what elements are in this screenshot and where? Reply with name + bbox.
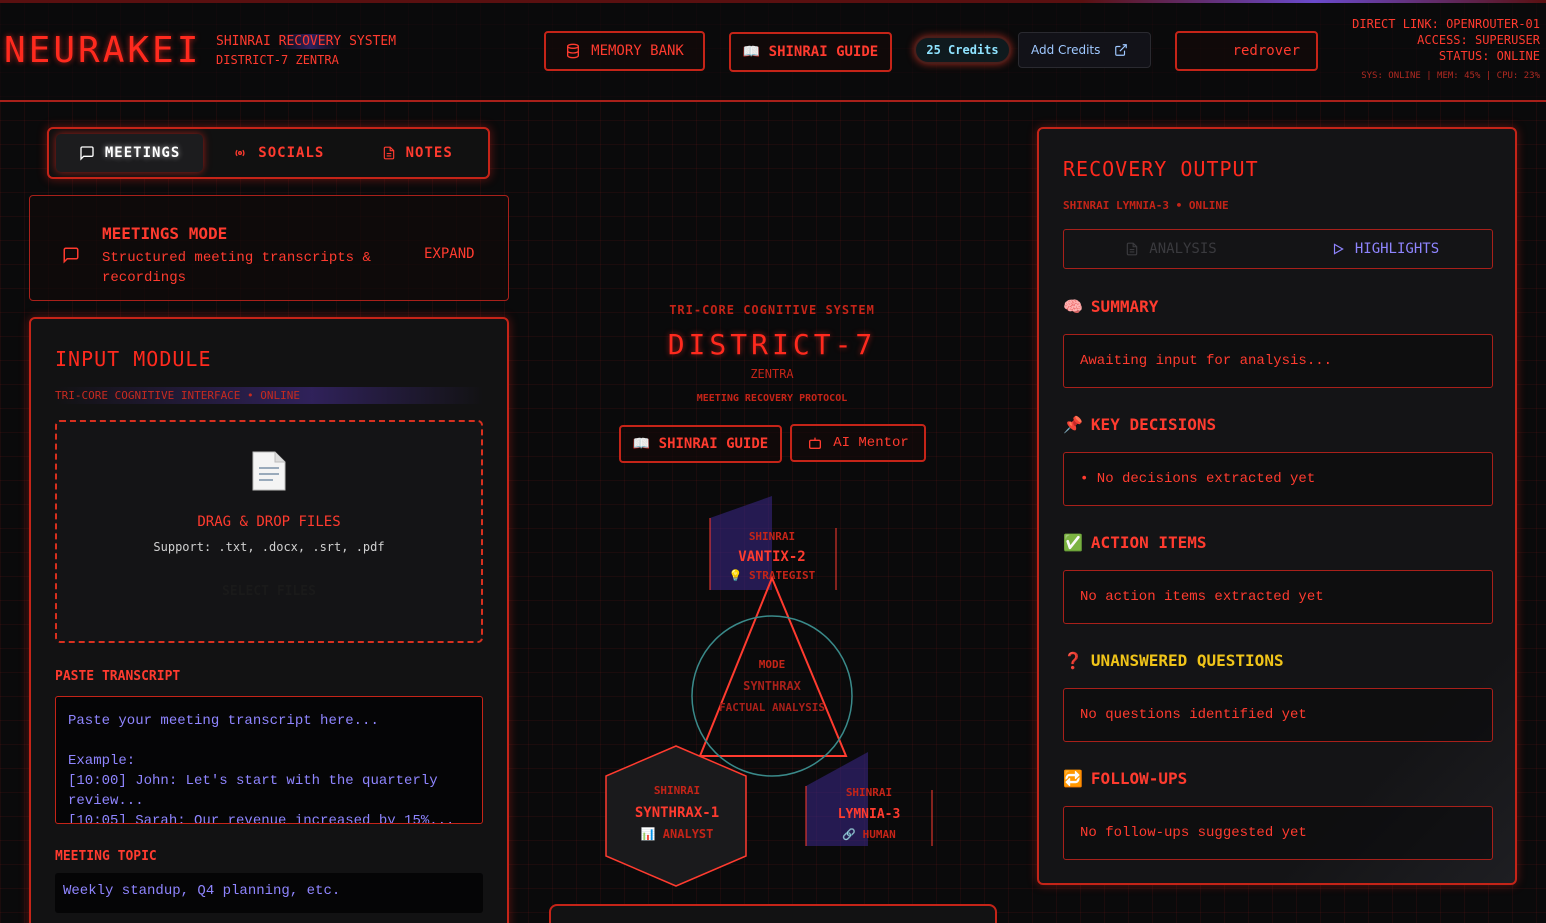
core-mode-name: SYNTHRAX xyxy=(743,679,801,693)
select-files-button[interactable]: SELECT FILES xyxy=(57,584,481,599)
memory-bank-button[interactable]: MEMORY BANK xyxy=(544,31,705,71)
follow-ups-box: No follow-ups suggested yet xyxy=(1063,806,1493,860)
tab-analysis-label: ANALYSIS xyxy=(1149,241,1217,257)
system-title: SHINRAI RECOVERY SYSTEM xyxy=(216,34,397,49)
tab-socials[interactable]: SOCIALS xyxy=(207,134,349,172)
shinrai-guide-button[interactable]: 📖 SHINRAI GUIDE xyxy=(729,32,892,72)
tab-highlights[interactable]: HIGHLIGHTS xyxy=(1278,230,1492,268)
message-square-icon xyxy=(63,247,79,264)
bot-icon xyxy=(809,437,822,449)
node-synthrax-name: SYNTHRAX-1 xyxy=(634,805,720,821)
sys-metrics: SYS: ONLINE | MEM: 45% | CPU: 23% xyxy=(1361,71,1540,81)
radio-icon xyxy=(235,149,245,157)
system-subtitle: DISTRICT-7 ZENTRA xyxy=(216,53,339,67)
node-lymnia[interactable]: SHINRAI LYMNIA-3 🔗 HUMAN xyxy=(806,786,932,841)
node-lymnia-name: LYMNIA-3 xyxy=(837,807,901,822)
database-icon xyxy=(567,43,580,59)
transcript-textarea[interactable]: Paste your meeting transcript here... Ex… xyxy=(55,696,483,824)
node-lymnia-brand: SHINRAI xyxy=(845,786,893,799)
repeat-icon: 🔁 xyxy=(1063,769,1083,788)
dropzone-support: Support: .txt, .docx, .srt, .pdf xyxy=(153,540,385,554)
node-vantix-role: 💡 STRATEGIST xyxy=(728,569,816,582)
unanswered-questions-box: No questions identified yet xyxy=(1063,688,1493,742)
meeting-topic-label: MEETING TOPIC xyxy=(55,849,157,864)
mode-title: MEETINGS MODE xyxy=(102,224,228,243)
message-square-icon xyxy=(80,146,94,161)
input-module-title: INPUT MODULE xyxy=(55,347,212,371)
key-decisions-heading: 📌 KEY DECISIONS xyxy=(1063,415,1217,434)
center-title: DISTRICT-7 xyxy=(667,328,877,361)
action-items-heading: ✅ ACTION ITEMS xyxy=(1063,533,1207,552)
expand-button[interactable]: EXPAND xyxy=(424,246,475,262)
center-guide-button[interactable]: 📖 SHINRAI GUIDE xyxy=(619,425,782,463)
node-synthrax[interactable]: SHINRAI SYNTHRAX-1 📊 ANALYST xyxy=(606,784,748,841)
user-button[interactable]: redrover xyxy=(1175,31,1318,71)
header-accent-line xyxy=(0,0,1546,3)
add-credits-button[interactable]: Add Credits xyxy=(1018,32,1151,68)
follow-ups-heading: 🔁 FOLLOW-UPS xyxy=(1063,769,1188,788)
meeting-topic-input[interactable]: Weekly standup, Q4 planning, etc. xyxy=(55,873,483,913)
center-subtitle: TRI-CORE COGNITIVE SYSTEM xyxy=(669,303,875,317)
mode-tabs: MEETINGS SOCIALS NOTES xyxy=(47,127,490,179)
play-icon xyxy=(1333,243,1344,255)
status-direct-link: DIRECT LINK: OPENROUTER-01 xyxy=(1352,17,1540,31)
add-credits-label: Add Credits xyxy=(1031,43,1101,57)
core-mode-label: MODE xyxy=(758,658,786,671)
node-lymnia-role: 🔗 HUMAN xyxy=(842,828,896,841)
user-label: redrover xyxy=(1232,43,1300,59)
status-access: ACCESS: SUPERUSER xyxy=(1417,33,1540,47)
dropzone-title: DRAG & DROP FILES xyxy=(197,514,341,530)
app-header: NEURAKEI SHINRAI RECOVERY SYSTEM DISTRIC… xyxy=(0,0,1546,102)
brain-icon: 🧠 xyxy=(1063,297,1083,316)
center-bottom-panel xyxy=(549,904,997,923)
action-items-box: No action items extracted yet xyxy=(1063,570,1493,624)
core-mode-desc: FACTUAL ANALYSIS xyxy=(719,701,825,714)
summary-heading: 🧠 SUMMARY xyxy=(1063,297,1159,316)
recovery-output-panel: RECOVERY OUTPUT SHINRAI LYMNIA-3 • ONLIN… xyxy=(1037,127,1517,885)
ai-mentor-button[interactable]: AI Mentor xyxy=(790,424,926,462)
summary-box: Awaiting input for analysis... xyxy=(1063,334,1493,388)
document-icon xyxy=(252,451,286,491)
status-block: DIRECT LINK: OPENROUTER-01 ACCESS: SUPER… xyxy=(1352,16,1540,84)
guide-label: 📖 SHINRAI GUIDE xyxy=(742,44,879,60)
input-module-subtitle: TRI-CORE COGNITIVE INTERFACE • ONLINE xyxy=(55,387,483,404)
core-mode: MODE SYNTHRAX FACTUAL ANALYSIS xyxy=(700,658,844,714)
tab-highlights-label: HIGHLIGHTS xyxy=(1354,241,1440,257)
tab-meetings-label: MEETINGS xyxy=(104,145,181,161)
external-link-icon xyxy=(1115,44,1128,56)
center-protocol: MEETING RECOVERY PROTOCOL xyxy=(696,393,848,404)
check-icon: ✅ xyxy=(1063,533,1083,552)
file-dropzone[interactable]: DRAG & DROP FILES Support: .txt, .docx, … xyxy=(55,420,483,643)
tab-meetings[interactable]: MEETINGS xyxy=(56,134,204,172)
file-text-icon xyxy=(383,146,394,160)
node-vantix[interactable]: SHINRAI VANTIX-2 💡 STRATEGIST xyxy=(700,530,844,582)
credits-badge: 25 Credits xyxy=(914,36,1011,64)
paste-transcript-label: PASTE TRANSCRIPT xyxy=(55,669,181,684)
output-subtitle: SHINRAI LYMNIA-3 • ONLINE xyxy=(1063,199,1229,212)
mode-description: Structured meeting transcripts & recordi… xyxy=(102,250,371,286)
mode-card: MEETINGS MODE Structured meeting transcr… xyxy=(29,195,509,301)
center-zentra: ZENTRA xyxy=(750,367,794,381)
question-icon: ❓ xyxy=(1063,651,1083,670)
pushpin-icon: 📌 xyxy=(1063,415,1083,434)
key-decisions-box: • No decisions extracted yet xyxy=(1063,452,1493,506)
status-online: STATUS: ONLINE xyxy=(1438,49,1540,63)
node-vantix-name: VANTIX-2 xyxy=(738,549,806,565)
app-logo: NEURAKEI xyxy=(4,30,202,71)
ai-mentor-label: AI Mentor xyxy=(833,435,909,451)
tab-socials-label: SOCIALS xyxy=(258,145,325,161)
unanswered-questions-heading: ❓ UNANSWERED QUESTIONS xyxy=(1063,651,1284,670)
tab-notes-label: NOTES xyxy=(405,145,453,161)
tab-analysis[interactable]: ANALYSIS xyxy=(1064,230,1278,268)
node-synthrax-brand: SHINRAI xyxy=(653,784,701,797)
tab-notes[interactable]: NOTES xyxy=(353,134,481,172)
input-module: INPUT MODULE TRI-CORE COGNITIVE INTERFAC… xyxy=(29,317,509,923)
output-tabs: ANALYSIS HIGHLIGHTS xyxy=(1063,229,1493,269)
node-vantix-brand: SHINRAI xyxy=(748,530,796,543)
center-guide-label: 📖 SHINRAI GUIDE xyxy=(632,436,769,452)
node-synthrax-role: 📊 ANALYST xyxy=(640,827,714,841)
file-text-icon xyxy=(1127,242,1138,256)
memory-bank-label: MEMORY BANK xyxy=(591,43,684,59)
output-title: RECOVERY OUTPUT xyxy=(1063,157,1259,181)
